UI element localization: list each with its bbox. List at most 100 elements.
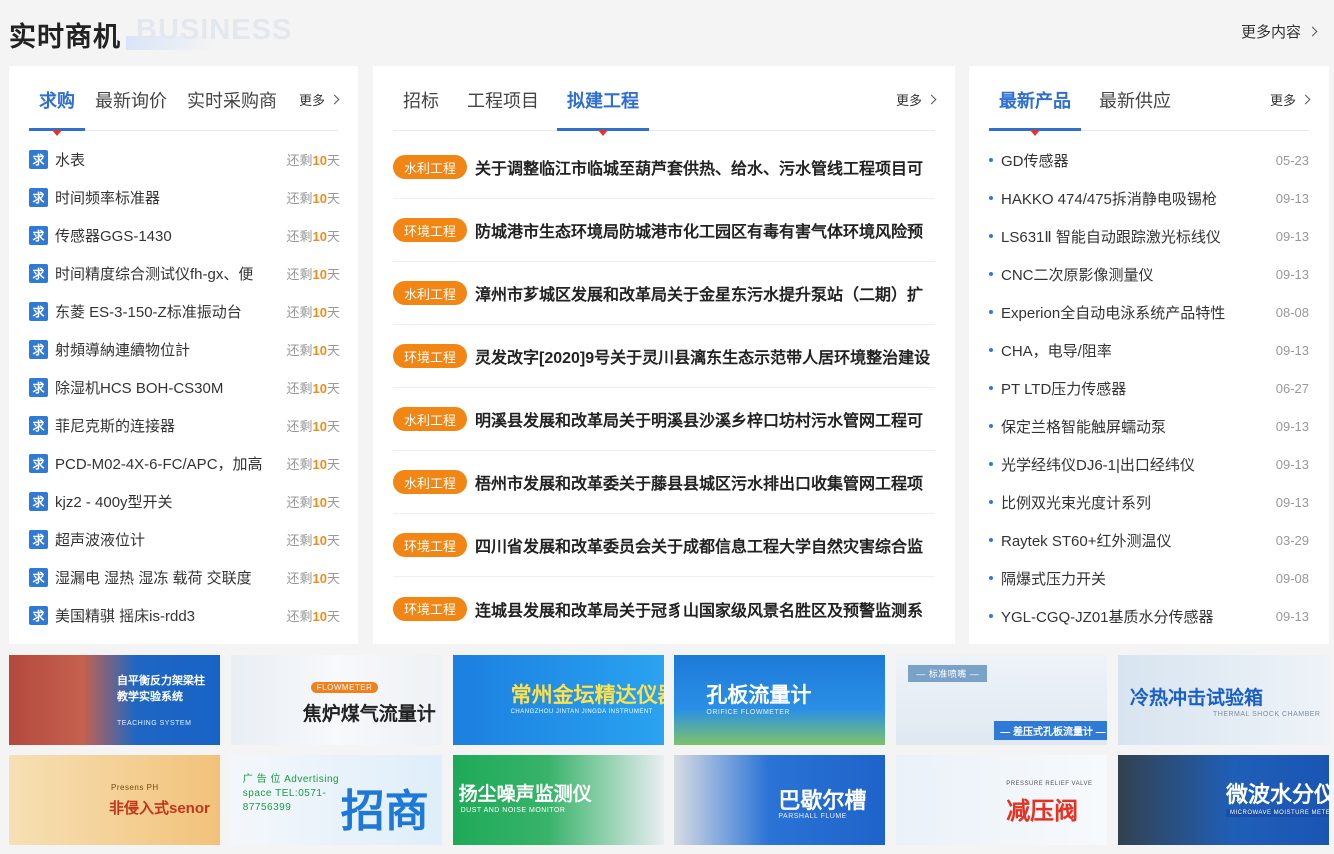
- tab-latest-products[interactable]: 最新产品: [989, 87, 1081, 136]
- project-title-link[interactable]: 漳州市芗城区发展和改革局关于金星东污水提升泵站（二期）扩: [475, 281, 923, 305]
- list-item[interactable]: 求水表 还剩10天: [29, 140, 340, 178]
- list-item[interactable]: 求超声波液位计 还剩10天: [29, 520, 340, 558]
- ad-banner-title: 焦炉煤气流量计: [302, 704, 436, 725]
- list-item[interactable]: 保定兰格智能触屏蠕动泵 09-13: [989, 407, 1309, 445]
- list-item[interactable]: 环境工程 四川省发展和改革委员会关于成都信息工程大学自然灾害综合监: [393, 514, 935, 577]
- product-name-link[interactable]: HAKKO 474/475拆消静电吸锡枪: [1001, 188, 1268, 209]
- list-item[interactable]: 求东菱 ES-3-150-Z标准振动台 还剩10天: [29, 292, 340, 330]
- product-name-link[interactable]: 比例双光束光度计系列: [1001, 492, 1268, 513]
- product-name-link[interactable]: Raytek ST60+红外测温仪: [1001, 530, 1268, 551]
- ad-banner[interactable]: 自平衡反力架梁柱 教学实验系统 TEACHING SYSTEM: [9, 655, 220, 745]
- list-item[interactable]: YGL-CGQ-JZ01基质水分传感器 09-13: [989, 597, 1309, 635]
- product-name-link[interactable]: LS631Ⅱ 智能自动跟踪激光标线仪: [1001, 226, 1268, 247]
- list-item[interactable]: PT LTD压力传感器 06-27: [989, 369, 1309, 407]
- list-item[interactable]: 求 kjz2 - 400y型开关 还剩10天: [29, 482, 340, 520]
- product-name-link[interactable]: CNC二次原影像测量仪: [1001, 264, 1268, 285]
- product-name-link[interactable]: 隔爆式压力开关: [1001, 568, 1268, 589]
- ad-banner-subtitle: TEACHING SYSTEM: [117, 720, 192, 727]
- list-item[interactable]: 环境工程 灵发改字[2020]9号关于灵川县漓东生态示范带人居环境整治建设: [393, 325, 935, 388]
- list-item[interactable]: 水利工程 漳州市芗城区发展和改革局关于金星东污水提升泵站（二期）扩: [393, 262, 935, 325]
- buy-item-name[interactable]: 美国精骐 摇床is-rdd3: [55, 605, 281, 626]
- project-title-link[interactable]: 连城县发展和改革局关于冠豸山国家级风景名胜区及预警监测系: [475, 597, 923, 621]
- list-item[interactable]: 求除湿机HCS BOH-CS30M 还剩10天: [29, 368, 340, 406]
- ad-banner[interactable]: 孔板流量计 ORIFICE FLOWMETER: [674, 655, 886, 745]
- tab-proposed-projects[interactable]: 拟建工程: [557, 87, 649, 136]
- buy-item-name[interactable]: 传感器GGS-1430: [55, 225, 281, 246]
- list-item[interactable]: 求传感器GGS-1430 还剩10天: [29, 216, 340, 254]
- tab-realtime-buyers[interactable]: 实时采购商: [187, 87, 277, 130]
- list-item[interactable]: 水利工程 明溪县发展和改革局关于明溪县沙溪乡梓口坊村污水管网工程可: [393, 388, 935, 451]
- product-name-link[interactable]: PT LTD压力传感器: [1001, 378, 1268, 399]
- product-name-link[interactable]: YGL-CGQ-JZ01基质水分传感器: [1001, 606, 1268, 627]
- list-item[interactable]: 求时间频率标准器 还剩10天: [29, 178, 340, 216]
- list-item[interactable]: HAKKO 474/475拆消静电吸锡枪 09-13: [989, 179, 1309, 217]
- product-name-link[interactable]: Experion全自动电泳系统产品特性: [1001, 302, 1268, 323]
- list-item[interactable]: 求美国精骐 摇床is-rdd3 还剩10天: [29, 596, 340, 634]
- buy-item-name[interactable]: 湿漏电 湿热 湿冻 载荷 交联度: [55, 567, 281, 588]
- product-name-link[interactable]: 光学经纬仪DJ6-1|出口经纬仪: [1001, 454, 1268, 475]
- list-item[interactable]: 水利工程 关于调整临江市临城至葫芦套供热、给水、污水管线工程项目可: [393, 136, 935, 199]
- ad-banner[interactable]: — 差压式孔板流量计 — — 标准喷嘴 —: [896, 655, 1108, 745]
- buy-item-name[interactable]: 时间精度综合测试仪fh-gx、便: [55, 263, 281, 284]
- ad-banner[interactable]: 招商广 告 位 Advertising space TEL:0571-87756…: [230, 755, 442, 845]
- product-name-link[interactable]: 保定兰格智能触屏蠕动泵: [1001, 416, 1268, 437]
- remain-suffix: 天: [326, 608, 340, 624]
- ad-banner[interactable]: 非侵入式senor Presens PH: [9, 755, 220, 845]
- ad-banner[interactable]: 微波水分仪 MICROWAVE MOISTURE METER: [1117, 755, 1329, 845]
- project-category-tag: 环境工程: [393, 344, 467, 368]
- products-panel-more-link[interactable]: 更多: [1270, 90, 1311, 109]
- list-item[interactable]: 求菲尼克斯的连接器 还剩10天: [29, 406, 340, 444]
- project-title-link[interactable]: 关于调整临江市临城至葫芦套供热、给水、污水管线工程项目可: [475, 155, 923, 179]
- list-item[interactable]: LS631Ⅱ 智能自动跟踪激光标线仪 09-13: [989, 217, 1309, 255]
- projects-panel-more-link[interactable]: 更多: [896, 90, 937, 109]
- ad-banner[interactable]: 扬尘噪声监测仪 DUST AND NOISE MONITOR: [452, 755, 664, 845]
- project-title-link[interactable]: 防城港市生态环境局防城港市化工园区有毒有害气体环境风险预: [475, 218, 923, 242]
- list-item[interactable]: CNC二次原影像测量仪 09-13: [989, 255, 1309, 293]
- buy-item-name[interactable]: 时间频率标准器: [55, 187, 281, 208]
- product-name-link[interactable]: GD传感器: [1001, 150, 1268, 171]
- tab-latest-inquiries[interactable]: 最新询价: [95, 87, 167, 130]
- list-item[interactable]: 环境工程 防城港市生态环境局防城港市化工园区有毒有害气体环境风险预: [393, 199, 935, 262]
- buy-item-name[interactable]: 菲尼克斯的连接器: [55, 415, 281, 436]
- buy-item-name[interactable]: 除湿机HCS BOH-CS30M: [55, 377, 281, 398]
- ad-banner[interactable]: 常州金坛精达仪器 CHANGZHOU JINTAN JINGDA INSTRUME…: [452, 655, 664, 745]
- ad-banner[interactable]: 巴歇尔槽 PARSHALL FLUME: [674, 755, 886, 845]
- list-item[interactable]: 光学经纬仪DJ6-1|出口经纬仪 09-13: [989, 445, 1309, 483]
- tab-tenders[interactable]: 招标: [403, 87, 439, 130]
- project-title-link[interactable]: 明溪县发展和改革局关于明溪县沙溪乡梓口坊村污水管网工程可: [475, 407, 923, 431]
- list-item[interactable]: GD传感器 05-23: [989, 141, 1309, 179]
- project-title-link[interactable]: 灵发改字[2020]9号关于灵川县漓东生态示范带人居环境整治建设: [475, 344, 930, 368]
- buy-item-name[interactable]: 射頻導納連續物位計: [55, 339, 281, 360]
- list-item[interactable]: Experion全自动电泳系统产品特性 08-08: [989, 293, 1309, 331]
- ad-banner-subtitle: PARSHALL FLUME: [778, 813, 847, 820]
- project-title-link[interactable]: 四川省发展和改革委员会关于成都信息工程大学自然灾害综合监: [475, 533, 923, 557]
- ad-banner-grid: 自平衡反力架梁柱 教学实验系统 TEACHING SYSTEM 焦炉煤气流量计 FLO…: [9, 655, 1329, 845]
- remaining-days: 还剩10天: [287, 226, 341, 245]
- ad-banner[interactable]: 冷热冲击试验箱 THERMAL SHOCK CHAMBER: [1117, 655, 1329, 745]
- buy-item-name[interactable]: 超声波液位计: [55, 529, 281, 550]
- buy-item-name[interactable]: 水表: [55, 149, 281, 170]
- buy-panel-more-link[interactable]: 更多: [299, 90, 340, 109]
- buy-item-name[interactable]: PCD-M02-4X-6-FC/APC，加高: [55, 453, 281, 474]
- list-item[interactable]: 求时间精度综合测试仪fh-gx、便 还剩10天: [29, 254, 340, 292]
- ad-banner[interactable]: 焦炉煤气流量计 FLOWMETER: [230, 655, 442, 745]
- tab-buy-requests[interactable]: 求购: [29, 87, 85, 136]
- project-title-link[interactable]: 梧州市发展和改革委关于藤县县城区污水排出口收集管网工程项: [475, 470, 923, 494]
- buy-item-name[interactable]: kjz2 - 400y型开关: [55, 491, 281, 512]
- buy-item-name[interactable]: 东菱 ES-3-150-Z标准振动台: [55, 301, 281, 322]
- ad-banner[interactable]: 减压阀 PRESSURE RELIEF VALVE: [896, 755, 1108, 845]
- list-item[interactable]: 求湿漏电 湿热 湿冻 载荷 交联度 还剩10天: [29, 558, 340, 596]
- list-item[interactable]: 比例双光束光度计系列 09-13: [989, 483, 1309, 521]
- list-item[interactable]: 环境工程 连城县发展和改革局关于冠豸山国家级风景名胜区及预警监测系: [393, 577, 935, 640]
- bullet-dot-icon: [989, 576, 993, 580]
- list-item[interactable]: 求 PCD-M02-4X-6-FC/APC，加高 还剩10天: [29, 444, 340, 482]
- list-item[interactable]: 求射頻導納連續物位計 还剩10天: [29, 330, 340, 368]
- list-item[interactable]: 水利工程 梧州市发展和改革委关于藤县县城区污水排出口收集管网工程项: [393, 451, 935, 514]
- list-item[interactable]: Raytek ST60+红外测温仪 03-29: [989, 521, 1309, 559]
- tab-latest-supply[interactable]: 最新供应: [1099, 87, 1171, 130]
- list-item[interactable]: CHA，电导/阻率 09-13: [989, 331, 1309, 369]
- more-content-link[interactable]: 更多内容: [1241, 21, 1318, 42]
- tab-engineering-projects[interactable]: 工程项目: [467, 87, 539, 130]
- list-item[interactable]: 隔爆式压力开关 09-08: [989, 559, 1309, 597]
- product-name-link[interactable]: CHA，电导/阻率: [1001, 340, 1268, 361]
